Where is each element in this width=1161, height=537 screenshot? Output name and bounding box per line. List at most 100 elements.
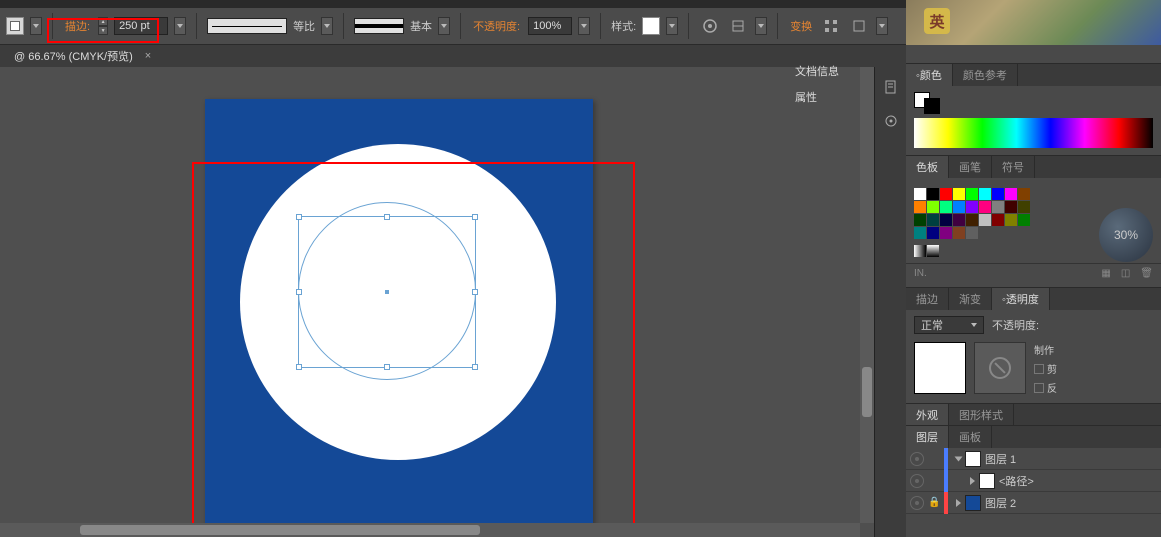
layer-name[interactable]: 图层 1 xyxy=(985,451,1016,467)
swatch[interactable] xyxy=(914,214,926,226)
gradient-swatch[interactable] xyxy=(927,245,939,257)
vertical-scrollbar[interactable] xyxy=(860,67,874,523)
tint-knob[interactable]: 30% xyxy=(1099,208,1153,262)
new-swatch-icon[interactable]: ◫ xyxy=(1121,268,1130,279)
swatch[interactable] xyxy=(1005,214,1017,226)
visibility-icon[interactable] xyxy=(910,496,924,510)
align-icon[interactable] xyxy=(727,15,749,37)
stroke-indicator[interactable] xyxy=(924,98,940,114)
swatch[interactable] xyxy=(1018,188,1030,200)
swatch[interactable] xyxy=(1005,188,1017,200)
uniform-dropdown[interactable] xyxy=(321,17,333,35)
handle-tl[interactable] xyxy=(296,214,302,220)
tab-swatches[interactable]: 色板 xyxy=(906,156,949,178)
visibility-icon[interactable] xyxy=(910,452,924,466)
canvas[interactable] xyxy=(0,67,860,523)
layer-name[interactable]: 图层 2 xyxy=(985,495,1016,511)
tab-symbols[interactable]: 符号 xyxy=(992,156,1035,178)
tab-color[interactable]: ◦颜色 xyxy=(906,64,953,86)
color-spectrum[interactable] xyxy=(914,118,1153,148)
opacity-input[interactable]: 100% xyxy=(528,17,572,35)
swatch[interactable] xyxy=(940,188,952,200)
opacity-dropdown[interactable] xyxy=(578,17,590,35)
isolate-icon[interactable] xyxy=(848,15,870,37)
swatch[interactable] xyxy=(966,188,978,200)
transform-dropdown[interactable] xyxy=(876,17,888,35)
layer-name[interactable]: <路径> xyxy=(999,473,1034,489)
swatch[interactable] xyxy=(927,227,939,239)
swatch[interactable] xyxy=(966,201,978,213)
swatch[interactable] xyxy=(940,227,952,239)
disclosure-triangle-icon[interactable] xyxy=(970,477,975,485)
tab-brushes[interactable]: 画笔 xyxy=(949,156,992,178)
lock-icon[interactable] xyxy=(928,475,940,487)
layer-thumbnail[interactable] xyxy=(965,451,981,467)
dock-label-docinfo[interactable]: 文档信息 xyxy=(795,63,839,79)
lock-icon[interactable] xyxy=(928,453,940,465)
profile-dropdown[interactable] xyxy=(438,17,450,35)
style-swatch[interactable] xyxy=(642,17,660,35)
tab-stroke[interactable]: 描边 xyxy=(906,288,949,310)
swatch-lib-link[interactable]: IN. xyxy=(914,268,927,279)
handle-tr[interactable] xyxy=(472,214,478,220)
handle-br[interactable] xyxy=(472,364,478,370)
tab-layers[interactable]: 图层 xyxy=(906,426,949,448)
swatch[interactable] xyxy=(927,214,939,226)
swatch[interactable] xyxy=(927,188,939,200)
delete-swatch-icon[interactable]: 🗑 xyxy=(1140,268,1153,279)
swatch[interactable] xyxy=(940,214,952,226)
layer-row[interactable]: 图层 1 xyxy=(906,448,1161,470)
fill-dropdown[interactable] xyxy=(30,17,42,35)
swatch[interactable] xyxy=(914,227,926,239)
swatch-grid[interactable] xyxy=(914,184,1034,243)
blend-mode-select[interactable]: 正常 xyxy=(914,316,984,334)
mask-thumbnail[interactable] xyxy=(974,342,1026,394)
style-dropdown[interactable] xyxy=(666,17,678,35)
layer-row[interactable]: <路径> xyxy=(906,470,1161,492)
stroke-spin[interactable]: ▲▼ xyxy=(98,17,108,35)
properties-icon[interactable] xyxy=(875,107,907,135)
layer-row[interactable]: 🔒 图层 2 xyxy=(906,492,1161,514)
handle-bc[interactable] xyxy=(384,364,390,370)
tab-color-guide[interactable]: 颜色参考 xyxy=(953,64,1018,86)
horizontal-scrollbar[interactable] xyxy=(0,523,860,537)
swatch[interactable] xyxy=(914,188,926,200)
swatch-options-icon[interactable]: ▦ xyxy=(1101,268,1110,279)
layer-thumbnail[interactable] xyxy=(965,495,981,511)
swatch[interactable] xyxy=(992,201,1004,213)
tab-gradient[interactable]: 渐变 xyxy=(949,288,992,310)
selection-bounding-box[interactable] xyxy=(298,216,476,368)
swatch[interactable] xyxy=(953,188,965,200)
close-icon[interactable]: × xyxy=(141,50,155,62)
swatch[interactable] xyxy=(953,214,965,226)
swatch[interactable] xyxy=(966,214,978,226)
stroke-dropdown[interactable] xyxy=(174,17,186,35)
handle-tc[interactable] xyxy=(384,214,390,220)
swatch[interactable] xyxy=(1018,201,1030,213)
layer-thumbnail[interactable] xyxy=(979,473,995,489)
swatch[interactable] xyxy=(979,214,991,226)
document-tab[interactable]: @ 66.67% (CMYK/预览) xyxy=(6,48,141,64)
handle-mr[interactable] xyxy=(472,289,478,295)
stroke-value-input[interactable]: 250 pt xyxy=(114,17,168,35)
swatch[interactable] xyxy=(1005,201,1017,213)
recolor-icon[interactable] xyxy=(699,15,721,37)
swatch[interactable] xyxy=(940,201,952,213)
align-dropdown[interactable] xyxy=(755,17,767,35)
transform-grid-icon[interactable] xyxy=(820,15,842,37)
object-thumbnail[interactable] xyxy=(914,342,966,394)
swatch[interactable] xyxy=(979,188,991,200)
swatch[interactable] xyxy=(979,201,991,213)
fill-swatch[interactable] xyxy=(6,17,24,35)
tab-appearance[interactable]: 外观 xyxy=(906,404,949,426)
swatch[interactable] xyxy=(992,188,1004,200)
artboard[interactable] xyxy=(205,99,593,523)
tab-transparency[interactable]: ◦透明度 xyxy=(992,288,1050,310)
swatch[interactable] xyxy=(914,201,926,213)
handle-bl[interactable] xyxy=(296,364,302,370)
swatch[interactable] xyxy=(1018,214,1030,226)
disclosure-triangle-icon[interactable] xyxy=(956,499,961,507)
tab-graphic-styles[interactable]: 图形样式 xyxy=(949,404,1014,426)
lock-icon[interactable]: 🔒 xyxy=(928,497,940,509)
swatch[interactable] xyxy=(953,201,965,213)
